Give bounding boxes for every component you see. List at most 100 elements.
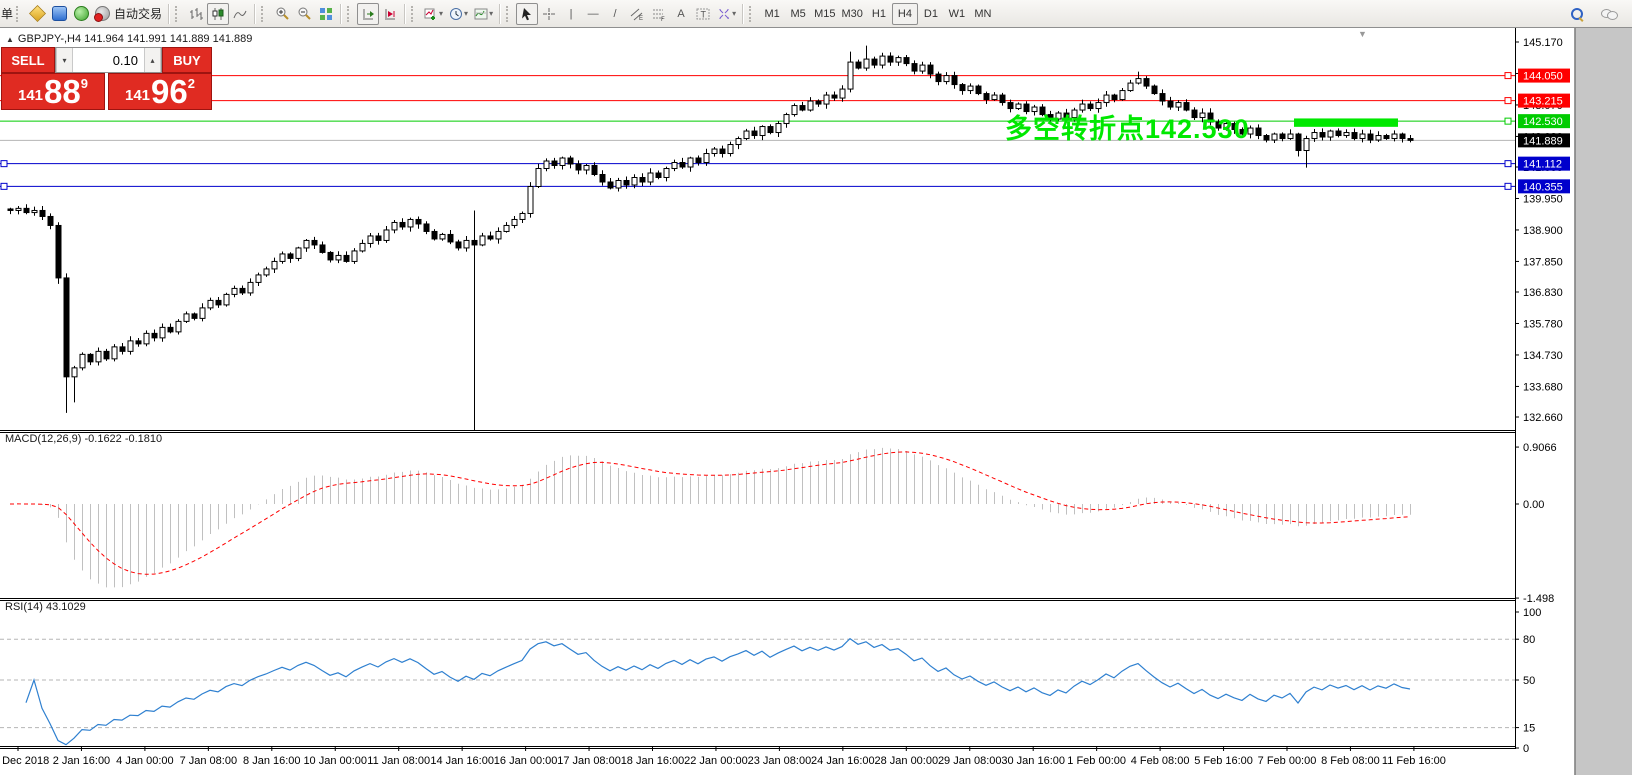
indicators-dropdown-arrow[interactable]: ▾: [439, 9, 443, 18]
arrows-button[interactable]: ▾: [714, 3, 739, 25]
horizontal-line-button[interactable]: —: [582, 3, 604, 25]
collapse-icon[interactable]: ▲: [6, 35, 14, 44]
timeframe-h1-button[interactable]: H1: [866, 3, 892, 25]
svg-text:11 Jan 08:00: 11 Jan 08:00: [367, 755, 430, 767]
autoscroll-button[interactable]: [357, 3, 379, 25]
line-handle[interactable]: [1, 161, 7, 167]
timeframe-m30-button[interactable]: M30: [839, 3, 866, 25]
periods-button[interactable]: ▾: [446, 3, 471, 25]
svg-text:132.660: 132.660: [1523, 412, 1563, 424]
sell-price-sup: 9: [81, 76, 88, 91]
fibonacci-button[interactable]: F: [648, 3, 670, 25]
search-icon: [1571, 8, 1583, 20]
rsi-value: 43.1029: [46, 601, 86, 613]
cursor-button[interactable]: [516, 3, 538, 25]
terminal-button[interactable]: [70, 3, 92, 25]
navigator-button[interactable]: [48, 3, 70, 25]
templates-dropdown-arrow[interactable]: ▾: [489, 9, 493, 18]
vertical-line-button[interactable]: |: [560, 3, 582, 25]
navigator-icon: [52, 6, 67, 21]
text-label-icon: T: [696, 7, 710, 21]
timeframe-m5-button[interactable]: M5: [785, 3, 811, 25]
svg-text:135.780: 135.780: [1523, 318, 1563, 330]
macd-signal-line: [10, 452, 1410, 574]
chart-shift-icon: [383, 7, 397, 21]
chart-canvas[interactable]: 145.170144.120143.070142.020141.000139.9…: [0, 28, 1575, 775]
timeframe-d1-button[interactable]: D1: [918, 3, 944, 25]
svg-text:142.530: 142.530: [1523, 116, 1563, 128]
svg-text:30 Jan 16:00: 30 Jan 16:00: [1001, 755, 1065, 767]
svg-text:23 Jan 08:00: 23 Jan 08:00: [748, 755, 812, 767]
svg-text:10 Jan 00:00: 10 Jan 00:00: [303, 755, 367, 767]
periods-dropdown-arrow[interactable]: ▾: [464, 9, 468, 18]
autotrade-icon: [95, 6, 110, 21]
tile-windows-icon: [319, 7, 333, 21]
symbol-header: ▲GBPJPY-,H4 141.964 141.991 141.889 141.…: [6, 33, 252, 45]
crosshair-button[interactable]: [538, 3, 560, 25]
autotrade-button[interactable]: 自动交易: [92, 3, 165, 25]
chat-icon: [1601, 8, 1617, 20]
clock-icon: [449, 7, 463, 21]
sell-button[interactable]: SELL: [1, 47, 55, 73]
svg-text:11 Feb 16:00: 11 Feb 16:00: [1382, 755, 1446, 767]
line-handle[interactable]: [1505, 161, 1511, 167]
line-handle[interactable]: [1, 183, 7, 189]
line-chart-icon: [233, 7, 247, 21]
line-handle[interactable]: [1505, 98, 1511, 104]
svg-text:16 Jan 00:00: 16 Jan 00:00: [494, 755, 558, 767]
chart-shift-button[interactable]: [379, 3, 401, 25]
search-button[interactable]: [1566, 3, 1588, 25]
templates-button[interactable]: ▾: [471, 3, 496, 25]
chat-button[interactable]: [1598, 3, 1620, 25]
svg-text:0: 0: [1523, 743, 1529, 755]
svg-text:137.850: 137.850: [1523, 256, 1563, 268]
timeframe-mn-button[interactable]: MN: [970, 3, 996, 25]
text-button[interactable]: A: [670, 3, 692, 25]
svg-text:138.900: 138.900: [1523, 225, 1563, 237]
zoom-out-button[interactable]: [293, 3, 315, 25]
volume-increase-button[interactable]: ▴: [144, 48, 161, 72]
terminal-icon: [74, 6, 89, 21]
svg-text:139.950: 139.950: [1523, 193, 1563, 205]
svg-text:E: E: [639, 16, 643, 21]
zoom-in-button[interactable]: [271, 3, 293, 25]
bar-chart-button[interactable]: [185, 3, 207, 25]
timeframe-w1-button[interactable]: W1: [944, 3, 970, 25]
arrows-dropdown-arrow[interactable]: ▾: [732, 9, 736, 18]
mt4-window: 单 自动交易: [0, 0, 1632, 775]
line-handle[interactable]: [1505, 73, 1511, 79]
line-handle[interactable]: [1505, 183, 1511, 189]
svg-text:2 Jan 16:00: 2 Jan 16:00: [53, 755, 111, 767]
timeframe-m1-button[interactable]: M1: [759, 3, 785, 25]
volume-input[interactable]: [73, 48, 144, 72]
toolbar: 单 自动交易: [0, 0, 1632, 28]
timeframe-h4-button[interactable]: H4: [892, 3, 918, 25]
timeframe-m15-button[interactable]: M15: [811, 3, 838, 25]
indicators-button[interactable]: ▾: [421, 3, 446, 25]
svg-text:29 Jan 08:00: 29 Jan 08:00: [938, 755, 1002, 767]
svg-text:141.112: 141.112: [1523, 159, 1562, 171]
autoscroll-icon: [361, 7, 375, 21]
buy-button[interactable]: BUY: [162, 47, 212, 73]
tile-windows-button[interactable]: [315, 3, 337, 25]
text-label-button[interactable]: T: [692, 3, 714, 25]
svg-text:8 Feb 08:00: 8 Feb 08:00: [1321, 755, 1380, 767]
buy-price-display[interactable]: 141962: [108, 73, 212, 110]
channel-button[interactable]: E: [626, 3, 648, 25]
sell-price-display[interactable]: 141889: [1, 73, 105, 110]
highlight-rectangle[interactable]: [1294, 118, 1398, 126]
candlestick-chart-button[interactable]: [207, 3, 229, 25]
trendline-button[interactable]: /: [604, 3, 626, 25]
chart-window[interactable]: 145.170144.120143.070142.020141.000139.9…: [0, 28, 1575, 775]
svg-text:8 Jan 16:00: 8 Jan 16:00: [243, 755, 301, 767]
fibonacci-icon: F: [652, 7, 666, 21]
buy-price-sup: 2: [188, 76, 195, 91]
toolbar-grip: [16, 6, 23, 22]
crosshair-icon: [542, 7, 556, 21]
svg-text:144.050: 144.050: [1523, 71, 1563, 83]
new-order-label-partial[interactable]: 单: [1, 5, 13, 22]
line-chart-button[interactable]: [229, 3, 251, 25]
line-handle[interactable]: [1505, 118, 1511, 124]
marketwatch-button[interactable]: [26, 3, 48, 25]
volume-decrease-button[interactable]: ▾: [56, 48, 73, 72]
